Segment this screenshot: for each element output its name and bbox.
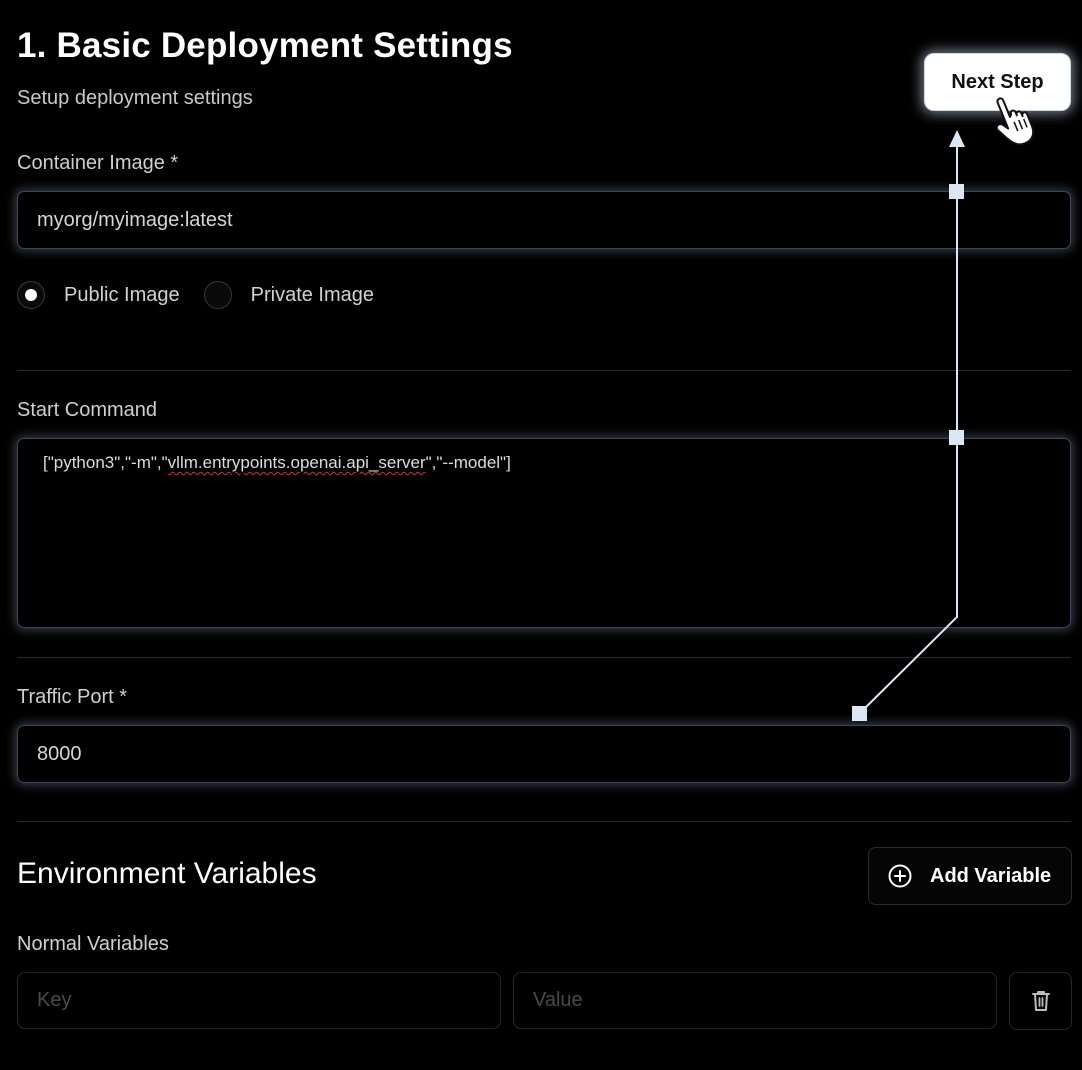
traffic-port-input[interactable]: 8000 xyxy=(17,725,1071,783)
add-variable-button[interactable]: Add Variable xyxy=(868,847,1072,905)
next-step-button[interactable]: Next Step xyxy=(924,53,1071,111)
start-command-label: Start Command xyxy=(17,399,158,421)
page-title: 1. Basic Deployment Settings xyxy=(17,26,513,65)
container-image-input[interactable]: myorg/myimage:latest xyxy=(17,191,1071,249)
command-misspelled-part: vllm.entrypoints.openai.api_server xyxy=(167,453,426,472)
container-image-value: myorg/myimage:latest xyxy=(37,209,233,231)
section-divider xyxy=(17,370,1071,371)
public-image-radio[interactable] xyxy=(17,281,45,309)
start-command-textarea[interactable]: ["python3","-m","vllm.entrypoints.openai… xyxy=(17,438,1071,628)
command-part: ","--model"] xyxy=(425,453,511,472)
normal-variables-label: Normal Variables xyxy=(17,933,169,955)
next-step-label: Next Step xyxy=(951,70,1044,93)
page-subtitle: Setup deployment settings xyxy=(17,87,253,109)
image-type-radio-group: Public Image Private Image xyxy=(17,279,398,311)
environment-variables-heading: Environment Variables xyxy=(17,857,317,890)
traffic-port-label: Traffic Port * xyxy=(17,686,128,708)
env-key-input[interactable] xyxy=(18,973,500,1028)
container-image-label: Container Image * xyxy=(17,152,179,174)
env-value-input[interactable] xyxy=(514,973,996,1028)
add-variable-label: Add Variable xyxy=(930,864,1052,887)
env-key-field[interactable] xyxy=(17,972,501,1029)
delete-variable-button[interactable] xyxy=(1009,972,1072,1030)
private-image-radio[interactable] xyxy=(203,281,232,309)
public-image-label[interactable]: Public Image xyxy=(64,284,180,307)
trash-icon xyxy=(1031,991,1050,1011)
command-part: ["python3","-m"," xyxy=(43,453,168,472)
annotation-handle xyxy=(852,706,867,721)
section-divider xyxy=(17,821,1071,822)
radio-selected-dot xyxy=(25,289,37,301)
plus-circle-icon xyxy=(888,864,912,888)
deployment-settings-page: 1. Basic Deployment Settings Setup deplo… xyxy=(0,0,1082,1070)
env-value-field[interactable] xyxy=(513,972,997,1029)
private-image-label[interactable]: Private Image xyxy=(251,284,374,307)
start-command-value: ["python3","-m","vllm.entrypoints.openai… xyxy=(43,453,511,473)
traffic-port-value: 8000 xyxy=(37,743,82,765)
section-divider xyxy=(17,657,1071,658)
arrow-head-icon xyxy=(949,130,965,147)
